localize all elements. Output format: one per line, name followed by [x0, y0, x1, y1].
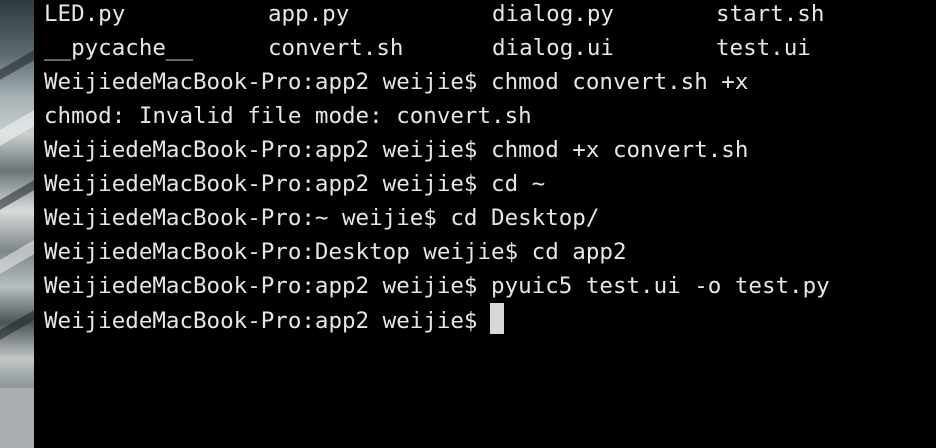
dock-edge [0, 388, 34, 448]
desktop-wallpaper [0, 0, 34, 448]
terminal-line: WeijiedeMacBook-Pro:app2 weijie$ cd ~ [44, 171, 546, 197]
ls-file-entry: convert.sh [268, 35, 404, 61]
current-prompt-line[interactable]: WeijiedeMacBook-Pro:app2 weijie$ [44, 303, 830, 337]
ls-output-row: LED.py app.py dialog.py start.sh [44, 0, 830, 31]
shell-prompt: WeijiedeMacBook-Pro:app2 weijie$ [44, 308, 478, 334]
ls-file-entry: start.sh [716, 1, 825, 27]
ls-file-entry: __pycache__ [44, 35, 194, 61]
terminal-line: WeijiedeMacBook-Pro:~ weijie$ cd Desktop… [44, 205, 600, 231]
ls-output-row: __pycache__ convert.sh dialog.ui test.ui [44, 31, 830, 65]
ls-file-entry: dialog.ui [492, 35, 614, 61]
ls-file-entry: test.ui [716, 35, 811, 61]
terminal-line: WeijiedeMacBook-Pro:app2 weijie$ chmod +… [44, 137, 749, 163]
screen: LED.py app.py dialog.py start.sh __pycac… [0, 0, 936, 448]
text-cursor [490, 303, 505, 334]
terminal-line: chmod: Invalid file mode: convert.sh [44, 103, 532, 129]
ls-file-entry: dialog.py [492, 1, 614, 27]
terminal-window[interactable]: LED.py app.py dialog.py start.sh __pycac… [34, 0, 936, 448]
terminal-output: LED.py app.py dialog.py start.sh __pycac… [44, 0, 830, 337]
ls-file-entry: app.py [268, 1, 350, 27]
ls-file-entry: LED.py [44, 1, 126, 27]
terminal-line: WeijiedeMacBook-Pro:app2 weijie$ chmod c… [44, 69, 749, 95]
terminal-line: WeijiedeMacBook-Pro:Desktop weijie$ cd a… [44, 239, 627, 265]
terminal-line: WeijiedeMacBook-Pro:app2 weijie$ pyuic5 … [44, 273, 830, 299]
